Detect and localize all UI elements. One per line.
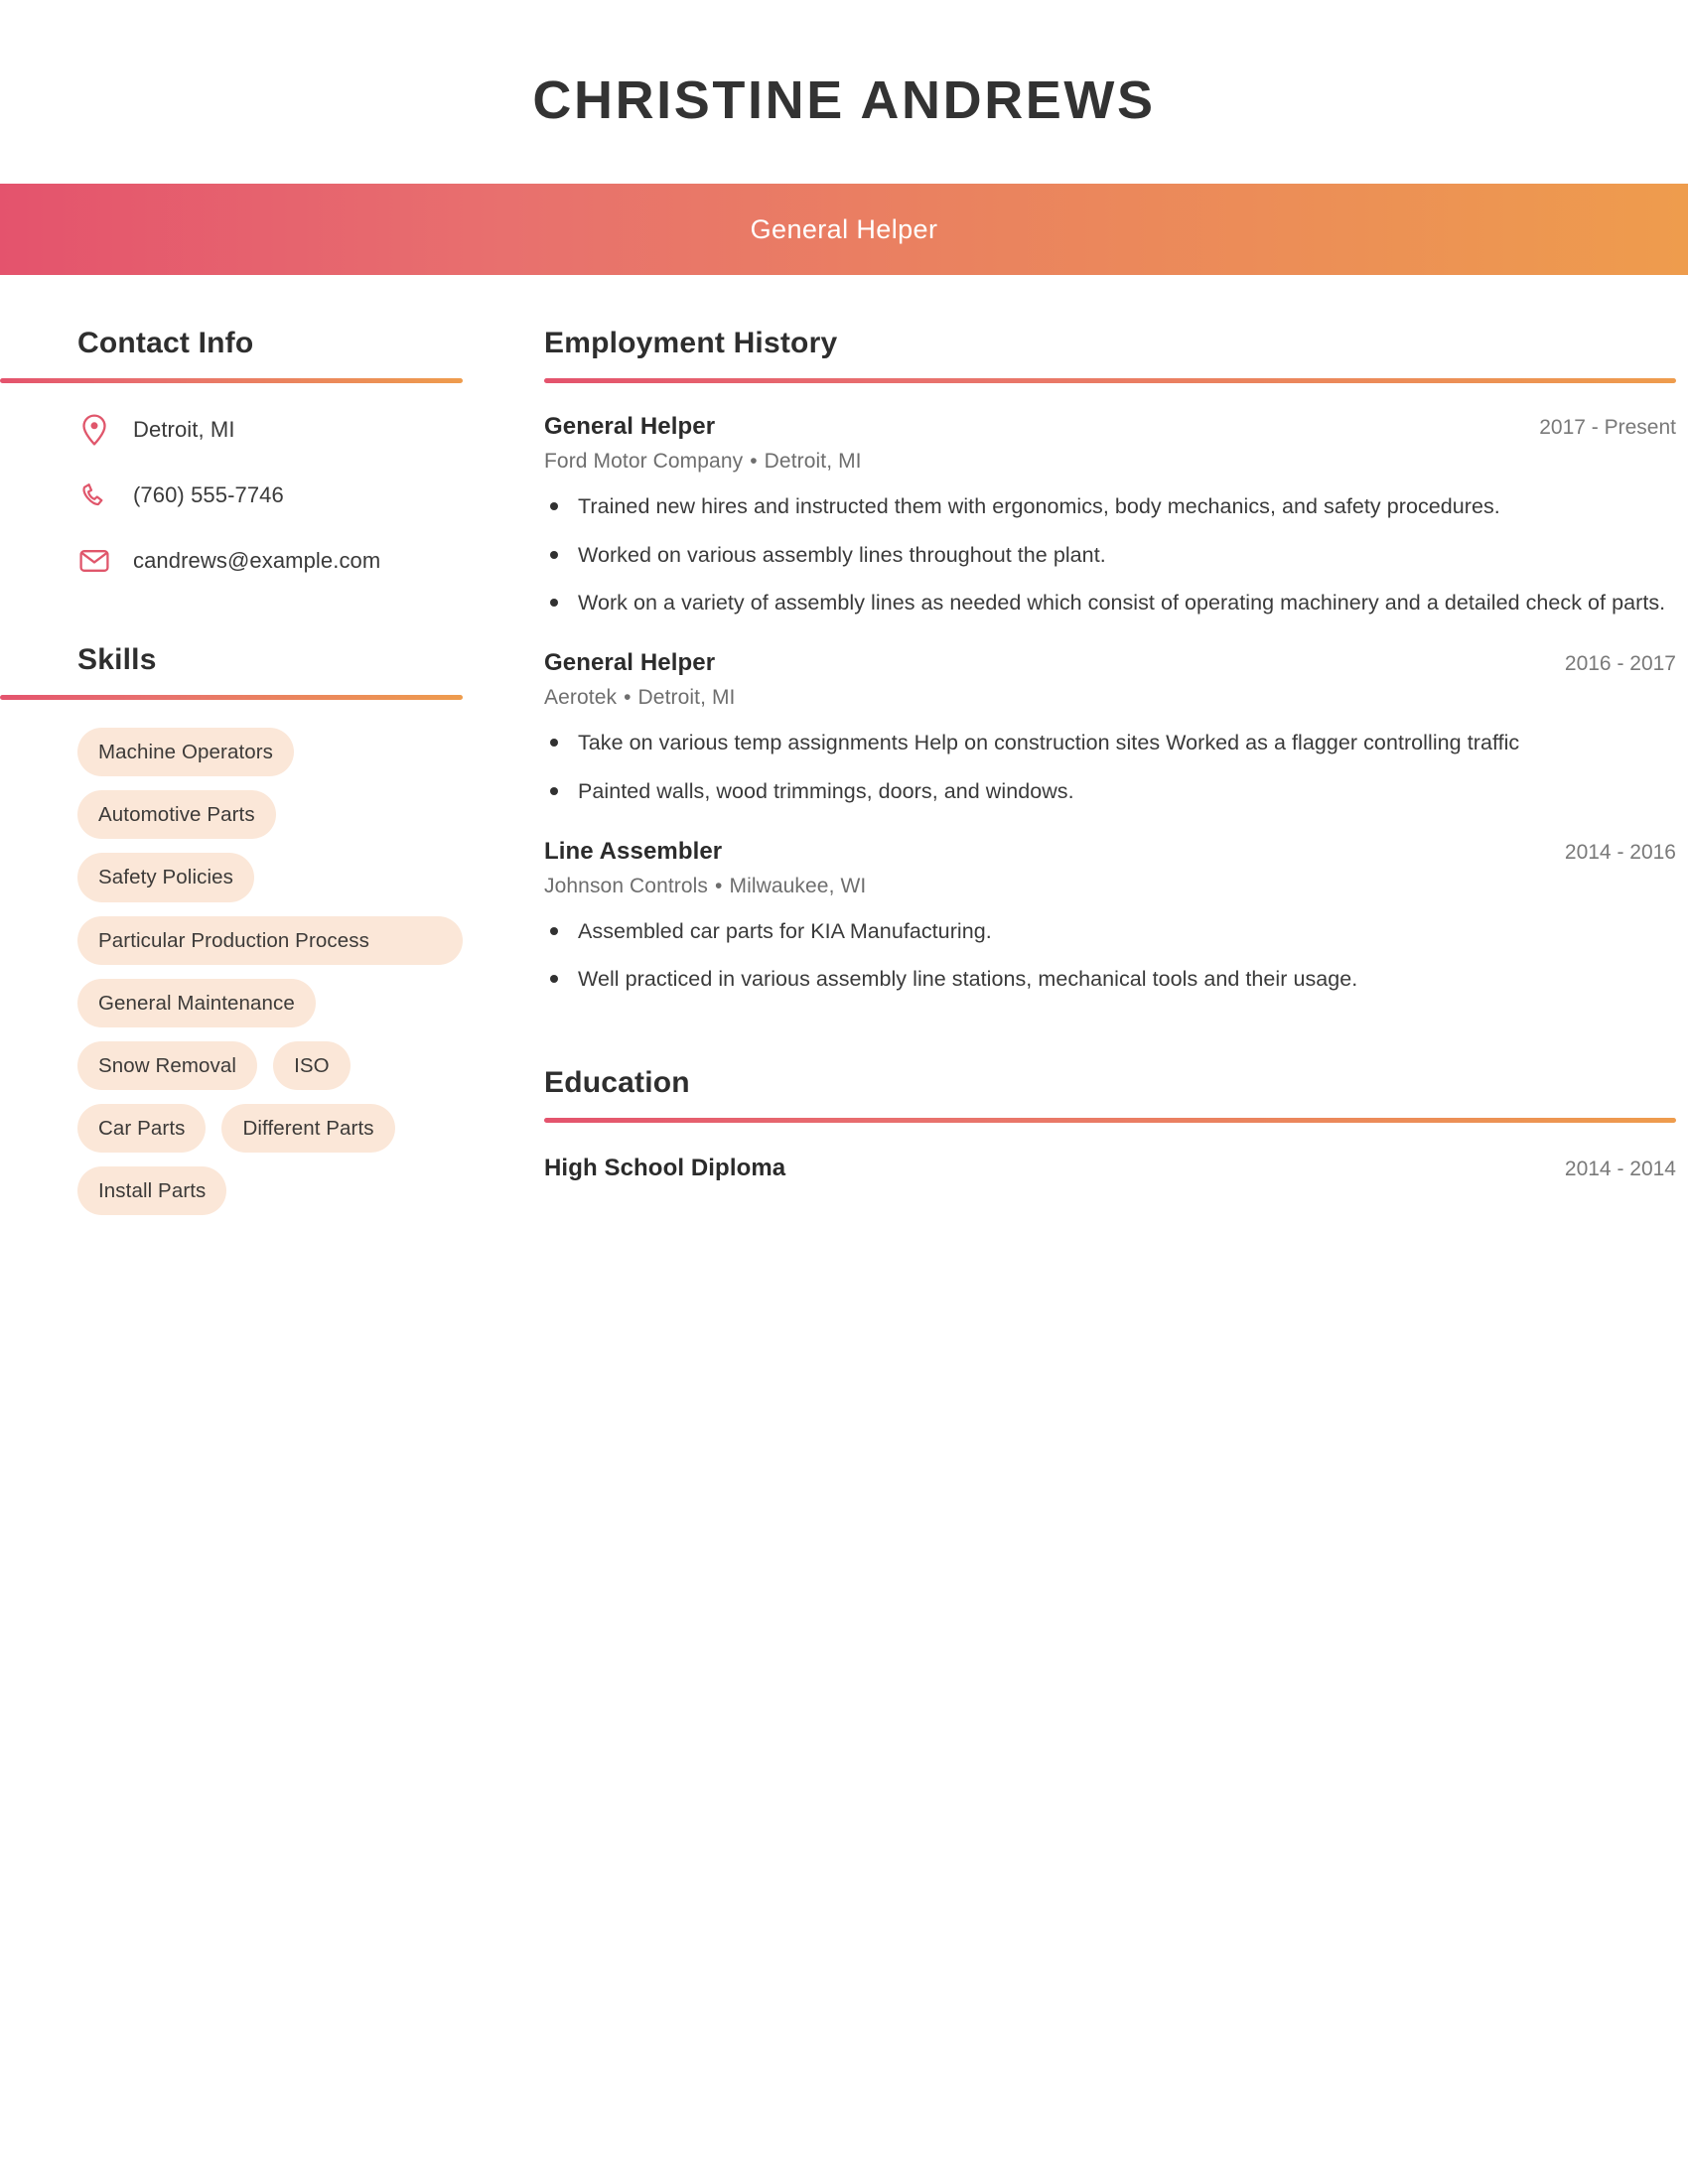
employment-meta: Ford Motor Company • Detroit, MI: [544, 450, 1676, 474]
contact-section: Contact Info Detroit, MI (760) 555-7746 …: [0, 327, 475, 578]
bullet-text: Painted walls, wood trimmings, doors, an…: [578, 778, 1074, 803]
skill-pill: Snow Removal: [77, 1040, 258, 1090]
employment-bullets: Assembled car parts for KIA Manufacturin…: [544, 915, 1676, 997]
candidate-job-title: General Helper: [750, 213, 938, 244]
candidate-name: CHRISTINE ANDREWS: [532, 70, 1156, 130]
contact-item-email: candrews@example.com: [77, 544, 475, 578]
bullet-item: Work on a variety of assembly lines as n…: [544, 587, 1676, 619]
bullet-dot-icon: [550, 739, 558, 748]
employment-meta: Johnson Controls • Milwaukee, WI: [544, 875, 1676, 898]
employment-section: Employment History General Helper 2017 -…: [544, 327, 1676, 996]
employment-entry: Line Assembler 2014 - 2016 Johnson Contr…: [544, 838, 1676, 997]
meta-separator: •: [715, 874, 723, 897]
education-degree: High School Diploma: [544, 1154, 786, 1181]
skill-pill: Automotive Parts: [77, 790, 276, 840]
employment-role: General Helper: [544, 413, 716, 441]
skill-pill: Particular Production Process: [77, 915, 463, 965]
bullet-item: Painted walls, wood trimmings, doors, an…: [544, 775, 1676, 808]
employment-meta: Aerotek • Detroit, MI: [544, 686, 1676, 710]
bullet-item: Take on various temp assignments Help on…: [544, 727, 1676, 759]
employment-entry: General Helper 2016 - 2017 Aerotek • Detro…: [544, 649, 1676, 808]
employment-dates: 2014 - 2016: [1564, 840, 1676, 864]
employment-company: Ford Motor Company: [544, 450, 744, 474]
employment-heading: Employment History: [544, 327, 838, 360]
resume-header: CHRISTINE ANDREWS: [0, 0, 1688, 184]
bullet-dot-icon: [550, 502, 558, 511]
bullet-text: Assembled car parts for KIA Manufacturin…: [578, 918, 992, 943]
meta-separator: •: [750, 450, 758, 474]
contact-location-value: Detroit, MI: [133, 417, 235, 443]
resume-body: Contact Info Detroit, MI (760) 555-7746 …: [0, 275, 1688, 1215]
bullet-dot-icon: [550, 786, 558, 795]
contact-email-value: candrews@example.com: [133, 548, 381, 574]
employment-bullets: Take on various temp assignments Help on…: [544, 727, 1676, 808]
main-column: Employment History General Helper 2017 -…: [475, 327, 1688, 1211]
bullet-dot-icon: [550, 975, 558, 984]
education-entries: High School Diploma 2014 - 2014: [544, 1123, 1676, 1182]
employment-entry-header: Line Assembler 2014 - 2016: [544, 838, 1676, 866]
bullet-dot-icon: [550, 550, 558, 559]
skills-section: Skills Machine Operators Automotive Part…: [0, 643, 475, 1215]
employment-entry-header: General Helper 2017 - Present: [544, 413, 1676, 441]
bullet-item: Worked on various assembly lines through…: [544, 539, 1676, 572]
employment-location: Milwaukee, WI: [729, 874, 867, 897]
education-dates: 2014 - 2014: [1564, 1157, 1676, 1180]
skills-heading: Skills: [77, 643, 157, 677]
contact-heading: Contact Info: [77, 327, 254, 360]
bullet-text: Trained new hires and instructed them wi…: [578, 494, 1500, 519]
envelope-icon: [77, 548, 111, 574]
contact-item-location: Detroit, MI: [77, 413, 475, 447]
employment-role: Line Assembler: [544, 837, 723, 865]
employment-entry: General Helper 2017 - Present Ford Motor…: [544, 413, 1676, 619]
job-title-band: General Helper: [0, 184, 1688, 276]
education-heading: Education: [544, 1065, 690, 1099]
resume-page: CHRISTINE ANDREWS General Helper Contact…: [0, 0, 1688, 2184]
bullet-text: Work on a variety of assembly lines as n…: [578, 591, 1666, 615]
skill-pill: Safety Policies: [77, 853, 254, 902]
employment-dates: 2016 - 2017: [1564, 652, 1676, 676]
employment-role: General Helper: [544, 649, 716, 677]
bullet-text: Worked on various assembly lines through…: [578, 542, 1106, 567]
contact-item-phone: (760) 555-7746: [77, 478, 475, 512]
education-entry-header: High School Diploma 2014 - 2014: [544, 1155, 1676, 1182]
employment-company: Aerotek: [544, 686, 618, 710]
employment-entry-header: General Helper 2016 - 2017: [544, 649, 1676, 677]
education-section: Education High School Diploma 2014 - 201…: [544, 1066, 1676, 1182]
bullet-dot-icon: [550, 599, 558, 608]
skill-pill: Car Parts: [77, 1103, 207, 1153]
sidebar: Contact Info Detroit, MI (760) 555-7746 …: [0, 327, 475, 1215]
bullet-text: Take on various temp assignments Help on…: [578, 731, 1520, 755]
skill-pill: Machine Operators: [77, 728, 295, 777]
meta-separator: •: [624, 686, 632, 710]
skill-pill: Different Parts: [221, 1103, 395, 1153]
bullet-item: Trained new hires and instructed them wi…: [544, 490, 1676, 523]
employment-location: Detroit, MI: [637, 686, 736, 710]
skills-list: Machine Operators Automotive Parts Safet…: [0, 700, 463, 1215]
contact-list: Detroit, MI (760) 555-7746 candrews@exam…: [0, 383, 475, 578]
bullet-item: Assembled car parts for KIA Manufacturin…: [544, 915, 1676, 948]
bullet-dot-icon: [550, 926, 558, 935]
contact-phone-value: (760) 555-7746: [133, 482, 284, 508]
bullet-text: Well practiced in various assembly line …: [578, 967, 1358, 992]
bullet-item: Well practiced in various assembly line …: [544, 963, 1676, 996]
employment-entries: General Helper 2017 - Present Ford Motor…: [544, 383, 1676, 996]
skill-pill: General Maintenance: [77, 978, 316, 1027]
location-pin-icon: [77, 414, 111, 446]
employment-company: Johnson Controls: [544, 874, 709, 897]
employment-location: Detroit, MI: [764, 450, 862, 474]
employment-dates: 2017 - Present: [1539, 416, 1676, 440]
education-entry: High School Diploma 2014 - 2014: [544, 1155, 1676, 1182]
skill-pill: Install Parts: [77, 1165, 227, 1215]
skill-pill: ISO: [273, 1040, 351, 1090]
phone-icon: [77, 481, 111, 509]
employment-bullets: Trained new hires and instructed them wi…: [544, 490, 1676, 619]
